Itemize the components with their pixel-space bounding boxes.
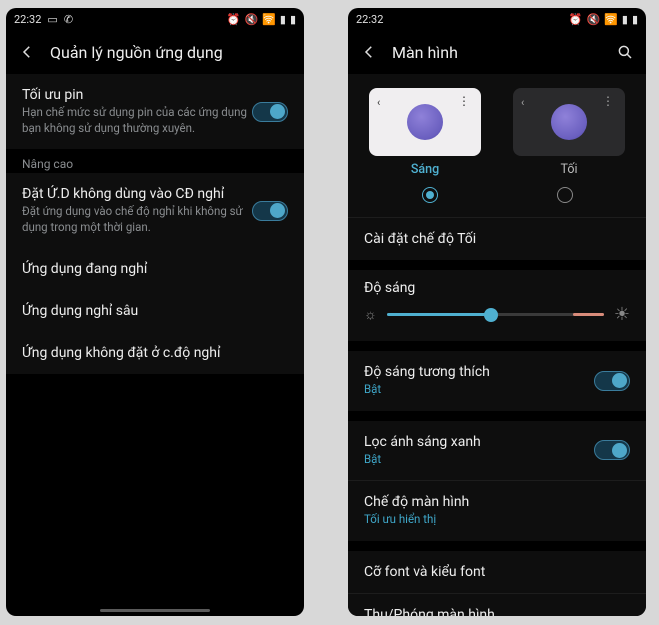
status-time: 22:32 [14, 13, 41, 26]
page-title: Màn hình [392, 43, 458, 62]
dark-mode-settings-row[interactable]: Cài đặt chế độ Tối [348, 218, 646, 260]
slider-track[interactable] [387, 313, 604, 316]
theme-radio-row [348, 183, 646, 217]
preview-menu-icon: ⋮ [602, 94, 615, 108]
app-indicator-icon: ▭ [47, 13, 57, 26]
theme-dark-label: Tối [560, 162, 577, 177]
theme-dark-preview: ‹ ⋮ [513, 88, 625, 156]
phone-indicator-icon: ✆ [64, 13, 73, 26]
brightness-title: Độ sáng [364, 280, 415, 296]
optimize-title: Tối ưu pin [22, 87, 250, 103]
adaptive-toggle[interactable] [594, 371, 630, 391]
screen-mode-row[interactable]: Chế độ màn hình Tối ưu hiển thị [348, 481, 646, 541]
adaptive-sub: Bật [364, 382, 592, 398]
content: ‹ ⋮ Sáng ‹ ⋮ Tối Cài đặt chế độ Tối [348, 74, 646, 616]
back-icon[interactable] [360, 43, 378, 61]
adaptive-title: Độ sáng tương thích [364, 364, 592, 380]
advanced-label: Nâng cao [6, 149, 304, 173]
blue-light-sub: Bật [364, 452, 592, 468]
font-size-row[interactable]: Cỡ font và kiểu font [348, 551, 646, 593]
optimize-battery-row[interactable]: Tối ưu pin Hạn chế mức sử dụng pin của c… [6, 74, 304, 149]
theme-light-radio[interactable] [422, 187, 438, 203]
alarm-icon: ⏰ [569, 13, 583, 26]
alarm-icon: ⏰ [227, 13, 241, 26]
mute-icon: 🔇 [586, 13, 600, 26]
screen-zoom-title: Thu/Phóng màn hình [364, 607, 630, 616]
preview-back-icon: ‹ [377, 96, 380, 109]
optimize-toggle[interactable] [252, 102, 288, 122]
status-bar: 22:32 ▭ ✆ ⏰ 🔇 🛜 ▮ ▮ [6, 8, 304, 30]
wifi-icon: 🛜 [262, 13, 276, 26]
signal-icon: ▮ [622, 13, 628, 26]
wifi-icon: 🛜 [604, 13, 618, 26]
battery-icon: ▮ [290, 13, 296, 26]
sleep-unused-row[interactable]: Đặt Ứ.D không dùng vào CĐ nghỉ Đặt ứng d… [6, 173, 304, 248]
theme-light-option[interactable]: ‹ ⋮ Sáng [362, 88, 488, 177]
search-icon[interactable] [616, 43, 634, 61]
deep-sleeping-apps-title: Ứng dụng nghỉ sâu [22, 303, 288, 319]
app-bar: Quản lý nguồn ứng dụng [6, 30, 304, 74]
sleeping-apps-title: Ứng dụng đang nghỉ [22, 261, 288, 277]
sleep-sub: Đặt ứng dụng vào chế độ nghỉ khi không s… [22, 204, 250, 235]
theme-selector: ‹ ⋮ Sáng ‹ ⋮ Tối [348, 74, 646, 183]
never-sleeping-apps-title: Ứng dụng không đặt ở c.độ nghỉ [22, 345, 288, 361]
adaptive-brightness-row[interactable]: Độ sáng tương thích Bật [348, 351, 646, 411]
theme-light-preview: ‹ ⋮ [369, 88, 481, 156]
page-title: Quản lý nguồn ứng dụng [50, 43, 223, 62]
brightness-row: Độ sáng ☼ ☀ [348, 270, 646, 341]
preview-back-icon: ‹ [521, 96, 524, 109]
battery-icon: ▮ [632, 13, 638, 26]
dark-mode-settings-title: Cài đặt chế độ Tối [364, 231, 630, 247]
content: Tối ưu pin Hạn chế mức sử dụng pin của c… [6, 74, 304, 616]
blue-light-title: Lọc ánh sáng xanh [364, 434, 592, 450]
theme-light-label: Sáng [411, 162, 439, 177]
optimize-sub: Hạn chế mức sử dụng pin của các ứng dụng… [22, 105, 250, 136]
screen-mode-title: Chế độ màn hình [364, 494, 630, 510]
screen-zoom-row[interactable]: Thu/Phóng màn hình [348, 594, 646, 616]
theme-dark-radio[interactable] [557, 187, 573, 203]
preview-menu-icon: ⋮ [458, 94, 471, 108]
sleeping-apps-row[interactable]: Ứng dụng đang nghỉ [6, 248, 304, 290]
preview-orb-icon [551, 104, 587, 140]
screen-mode-sub: Tối ưu hiển thị [364, 512, 630, 528]
brightness-slider[interactable]: ☼ ☀ [364, 304, 630, 325]
slider-fill [387, 313, 491, 316]
theme-dark-option[interactable]: ‹ ⋮ Tối [506, 88, 632, 177]
preview-orb-icon [407, 104, 443, 140]
mute-icon: 🔇 [244, 13, 258, 26]
app-bar: Màn hình [348, 30, 646, 74]
phone-app-power-management: 22:32 ▭ ✆ ⏰ 🔇 🛜 ▮ ▮ Quản lý nguồn ứng dụ… [6, 8, 304, 616]
status-bar: 22:32 ⏰ 🔇 🛜 ▮ ▮ [348, 8, 646, 30]
phone-display-settings: 22:32 ⏰ 🔇 🛜 ▮ ▮ Màn hình ‹ ⋮ [348, 8, 646, 616]
sun-large-icon: ☀ [614, 304, 630, 325]
never-sleeping-apps-row[interactable]: Ứng dụng không đặt ở c.độ nghỉ [6, 332, 304, 374]
blue-light-toggle[interactable] [594, 440, 630, 460]
slider-warm-zone [573, 313, 603, 316]
sun-small-icon: ☼ [364, 306, 377, 323]
status-time: 22:32 [356, 13, 383, 26]
nav-gesture-bar[interactable] [100, 609, 210, 612]
sleep-toggle[interactable] [252, 201, 288, 221]
deep-sleeping-apps-row[interactable]: Ứng dụng nghỉ sâu [6, 290, 304, 332]
font-size-title: Cỡ font và kiểu font [364, 564, 630, 580]
signal-icon: ▮ [280, 13, 286, 26]
blue-light-row[interactable]: Lọc ánh sáng xanh Bật [348, 421, 646, 481]
back-icon[interactable] [18, 43, 36, 61]
slider-thumb[interactable] [484, 308, 498, 322]
sleep-title: Đặt Ứ.D không dùng vào CĐ nghỉ [22, 186, 250, 202]
